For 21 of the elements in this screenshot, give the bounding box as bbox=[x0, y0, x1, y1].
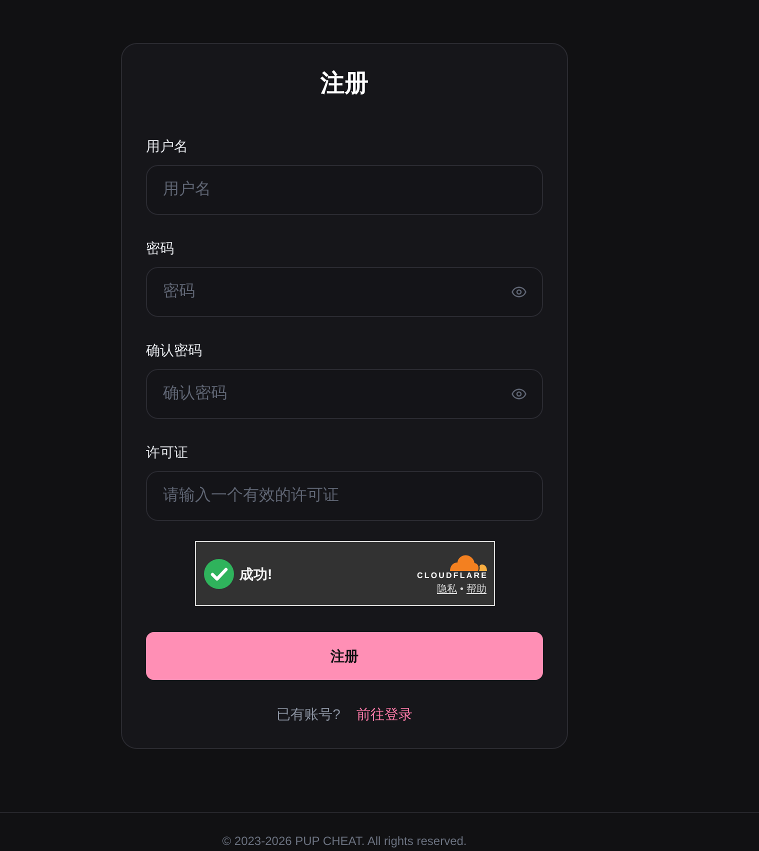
brand-wordmark: CLOUDFLARE bbox=[416, 570, 488, 580]
eye-icon[interactable] bbox=[511, 386, 527, 402]
input-field[interactable]: 用户名 bbox=[146, 165, 543, 215]
eye-icon[interactable] bbox=[511, 284, 527, 300]
field-label: 用户名 bbox=[146, 137, 189, 156]
captcha-status: 成功! bbox=[240, 564, 272, 584]
captcha-link[interactable]: 帮助 bbox=[466, 584, 486, 596]
field-label: 密码 bbox=[146, 239, 175, 258]
link-separator: • bbox=[460, 584, 464, 596]
field-label: 许可证 bbox=[146, 443, 189, 462]
input-field[interactable]: 密码 bbox=[146, 267, 543, 317]
input-field[interactable]: 确认密码 bbox=[146, 369, 543, 419]
form-title: 注册 bbox=[319, 69, 370, 99]
copyright-text: © 2023-2026 PUP CHEAT. All rights reserved. bbox=[222, 833, 467, 849]
captcha-widget[interactable]: 成功! CLOUDFLARE 隐私 • 帮助 bbox=[194, 541, 494, 606]
login-prompt: 已有账号? bbox=[276, 705, 340, 724]
field-label: 确认密码 bbox=[146, 341, 203, 360]
submit-button[interactable]: 注册 bbox=[146, 632, 543, 680]
input-field[interactable]: 请输入一个有效的许可证 bbox=[146, 471, 543, 521]
login-link[interactable]: 前往登录 bbox=[356, 704, 412, 724]
captcha-link[interactable]: 隐私 bbox=[436, 584, 457, 596]
